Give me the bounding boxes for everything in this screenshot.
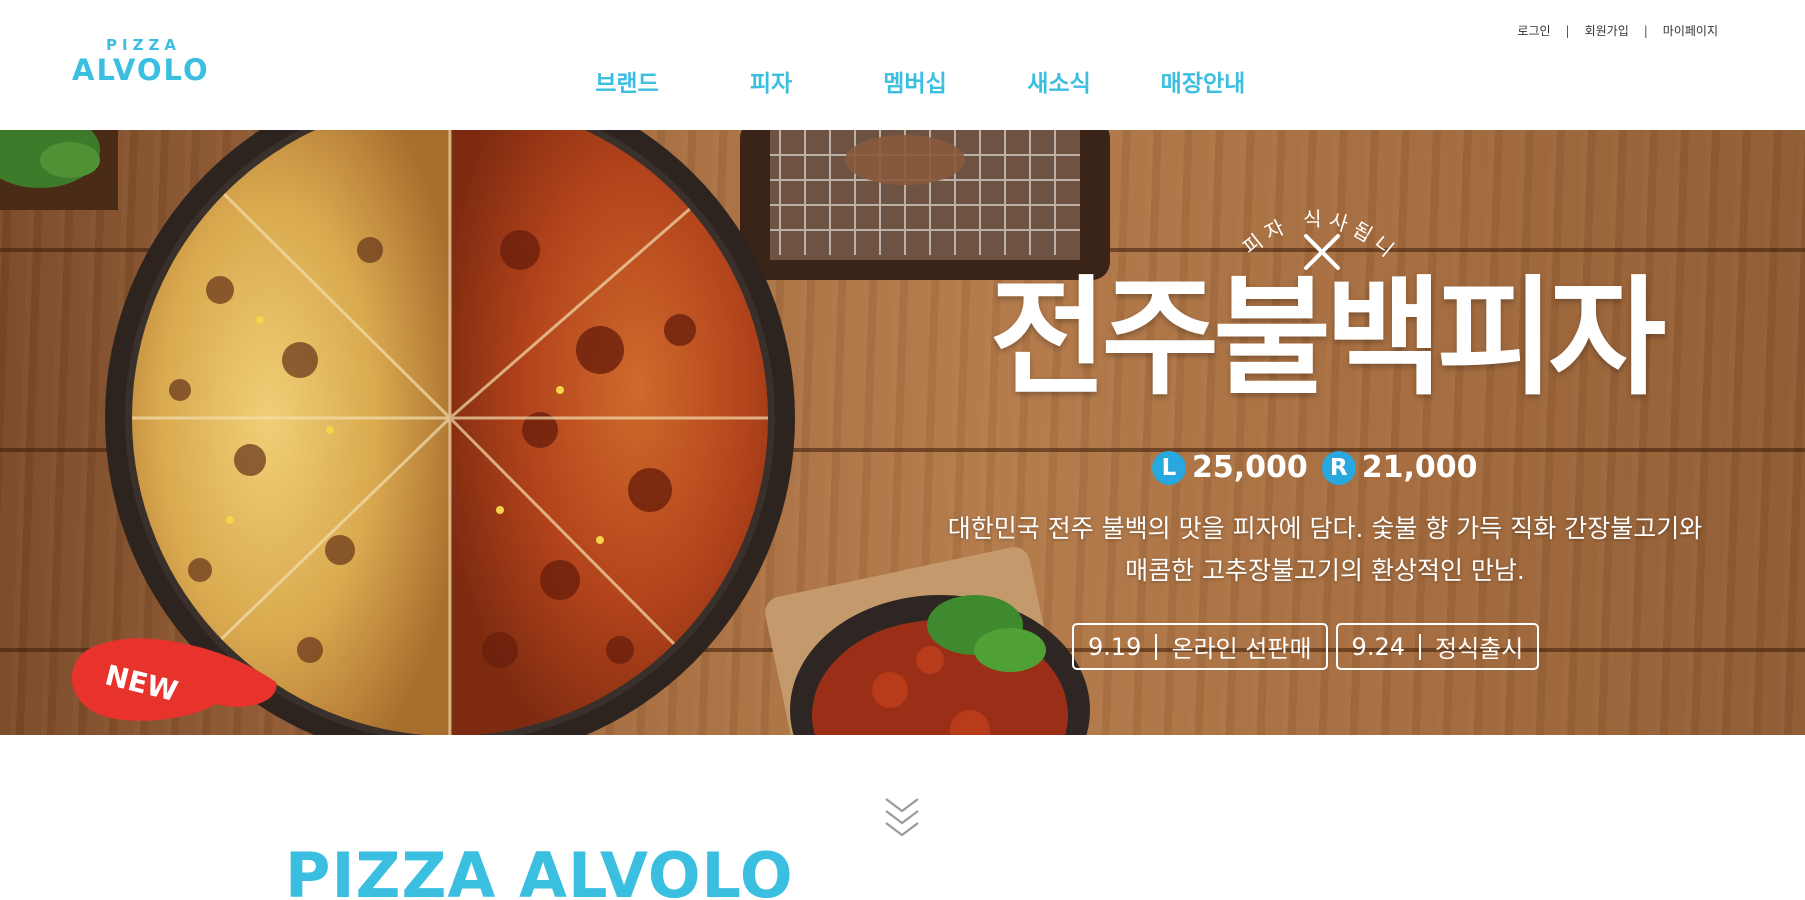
price-large: L 25,000 [1152,450,1308,485]
section-title: PIZZA ALVOLO [285,839,794,900]
divider [1418,633,1421,660]
price-value: 21,000 [1361,450,1478,485]
hero-banner[interactable]: NEW 피자 식사됩니다 전주불백피자 L 25,000 R 21,000 대한… [0,130,1805,735]
hero-prices: L 25,000 R 21,000 [1152,450,1478,485]
nav-item-news[interactable]: 새소식 [987,64,1131,97]
date-value: 9.19 [1088,632,1142,661]
mypage-link[interactable]: 마이페이지 [1663,22,1718,39]
hero-description: 대한민국 전주 불백의 맛을 피자에 담다. 숯불 향 가득 직화 간장불고기와… [905,508,1745,592]
date-box-launch: 9.24 정식출시 [1335,623,1540,670]
chevron-triple-down-icon[interactable] [882,795,922,845]
nav-item-stores[interactable]: 매장안내 [1131,64,1275,97]
utility-links: 로그인 | 회원가입 | 마이페이지 [1517,22,1718,39]
price-regular: R 21,000 [1321,450,1478,485]
date-label: 정식출시 [1434,635,1524,663]
divider [1155,633,1158,660]
util-separator: | [1643,23,1648,38]
util-separator: | [1565,23,1570,38]
hero-title: 전주불백피자 [989,264,1667,413]
brand-logo[interactable]: PIZZA ALVOLO [72,36,218,88]
nav-item-brand[interactable]: 브랜드 [555,64,699,97]
hero-release-dates: 9.19 온라인 선판매 9.24 정식출시 [1072,623,1540,670]
login-link[interactable]: 로그인 [1517,22,1550,39]
hero-description-line1: 대한민국 전주 불백의 맛을 피자에 담다. 숯불 향 가득 직화 간장불고기와 [947,514,1703,543]
new-badge: NEW [71,638,277,721]
logo-small-text: PIZZA [106,36,181,54]
price-value: 25,000 [1192,450,1308,485]
date-box-presale: 9.19 온라인 선판매 [1072,623,1328,670]
logo-big-text: ALVOLO [72,53,210,87]
nav-item-membership[interactable]: 멤버십 [843,64,987,97]
hero-description-line2: 매콤한 고추장불고기의 환상적인 만남. [1125,556,1525,585]
size-badge-regular: R [1321,450,1356,485]
size-badge-large: L [1152,450,1186,485]
date-label: 온라인 선판매 [1171,635,1312,663]
site-header: PIZZA ALVOLO 브랜드 피자 멤버십 새소식 매장안내 로그인 | 회… [0,0,1805,130]
join-link[interactable]: 회원가입 [1585,22,1629,39]
main-nav: 브랜드 피자 멤버십 새소식 매장안내 [555,64,1275,97]
date-value: 9.24 [1351,632,1405,661]
nav-item-pizza[interactable]: 피자 [699,64,843,97]
